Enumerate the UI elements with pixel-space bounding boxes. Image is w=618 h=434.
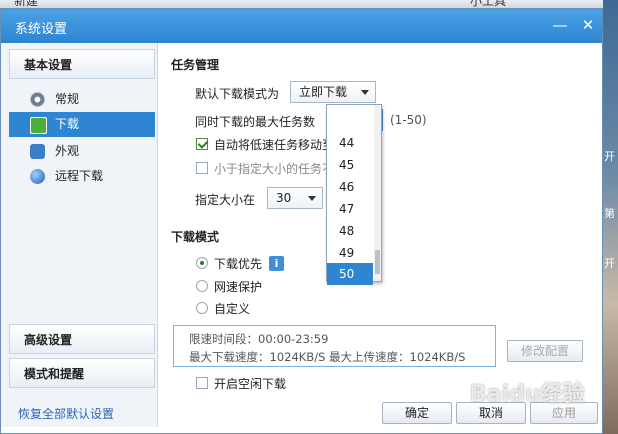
info-icon[interactable]: i xyxy=(269,256,284,271)
dropdown-scrollbar-thumb[interactable] xyxy=(375,250,380,274)
radio-custom[interactable] xyxy=(196,302,208,314)
auto-move-label: 自动将低速任务移动至 xyxy=(214,138,335,152)
idle-download-checkbox[interactable] xyxy=(196,377,208,389)
dropdown-option[interactable]: 45 xyxy=(327,154,373,176)
sidebar-category-mode[interactable]: 模式和提醒 xyxy=(9,358,155,388)
sidebar: 基本设置 常规 下载 外观 远程下载 高级设置 模式和提醒 恢复全部默认设置 xyxy=(1,43,158,427)
background-char: 开 xyxy=(604,257,615,270)
baidu-watermark: Baidu经验 xyxy=(470,376,600,412)
sidebar-item-label: 常规 xyxy=(55,92,80,106)
sidebar-item-download[interactable]: 下载 xyxy=(9,112,155,137)
sidebar-category-basic[interactable]: 基本设置 xyxy=(9,49,155,79)
radio-speed-protect[interactable] xyxy=(196,280,208,292)
sidebar-item-remote-download[interactable]: 远程下载 xyxy=(9,164,155,189)
auto-move-checkbox[interactable] xyxy=(196,138,208,150)
size-label: 指定大小在 xyxy=(195,193,256,207)
settings-dialog: 系统设置 — ✕ 基本设置 常规 下载 外观 远程下载 高级设置 模式和提醒 恢… xyxy=(0,8,603,434)
chevron-down-icon xyxy=(361,90,369,95)
remote-icon xyxy=(30,169,45,184)
size-value: 30 xyxy=(276,191,292,205)
dropdown-option[interactable]: 49 xyxy=(327,242,373,264)
sidebar-category-advanced[interactable]: 高级设置 xyxy=(9,324,155,354)
restore-defaults-link[interactable]: 恢复全部默认设置 xyxy=(18,405,114,422)
speed-period-text: 限速时间段：00:00-23:59 xyxy=(189,332,329,346)
sidebar-item-label: 下载 xyxy=(55,117,80,131)
speed-limit-box: 限速时间段：00:00-23:59 最大下载速度：1024KB/S 最大上传速度… xyxy=(173,325,496,367)
size-select[interactable]: 30 xyxy=(267,187,323,209)
sidebar-item-general[interactable]: 常规 xyxy=(9,87,155,112)
default-mode-label: 默认下载模式为 xyxy=(195,87,280,101)
background-char: 开 xyxy=(604,150,615,163)
background-toolbar: 新建 小工具 xyxy=(0,0,618,8)
small-task-checkbox[interactable] xyxy=(196,162,208,174)
shirt-icon xyxy=(30,144,45,159)
section-heading-task-management: 任务管理 xyxy=(171,58,220,72)
radio-label: 自定义 xyxy=(214,302,251,316)
dialog-title: 系统设置 xyxy=(15,22,68,37)
max-tasks-dropdown-list: 44 45 46 47 48 49 50 xyxy=(326,104,382,285)
max-tasks-range: (1-50) xyxy=(390,113,427,127)
radio-label: 下载优先 xyxy=(214,257,263,271)
radio-download-priority[interactable] xyxy=(196,257,208,269)
default-mode-select[interactable]: 立即下载 xyxy=(290,81,376,103)
sidebar-item-appearance[interactable]: 外观 xyxy=(9,139,155,164)
dropdown-option[interactable]: 46 xyxy=(327,176,373,198)
download-icon xyxy=(30,117,47,134)
section-heading-download-mode: 下载模式 xyxy=(171,230,220,244)
speed-limits-text: 最大下载速度：1024KB/S 最大上传速度：1024KB/S xyxy=(189,350,466,364)
radio-label: 网速保护 xyxy=(214,280,263,294)
dropdown-option[interactable]: 44 xyxy=(327,132,373,154)
default-mode-value: 立即下载 xyxy=(299,85,348,99)
background-char: 第 xyxy=(604,207,615,220)
small-task-label: 小于指定大小的任务不 xyxy=(214,162,335,176)
sidebar-item-label: 外观 xyxy=(55,144,80,158)
ok-button[interactable]: 确定 xyxy=(382,402,452,424)
close-button[interactable]: ✕ xyxy=(575,15,601,35)
max-tasks-label: 同时下载的最大任务数 xyxy=(195,115,316,129)
minimize-button[interactable]: — xyxy=(547,15,573,35)
watermark-text: Baidu经验 xyxy=(470,382,585,407)
dropdown-option[interactable]: 47 xyxy=(327,198,373,220)
dropdown-option[interactable]: 48 xyxy=(327,220,373,242)
chevron-down-icon xyxy=(308,196,316,201)
gear-icon xyxy=(30,92,45,107)
modify-config-button[interactable]: 修改配置 xyxy=(507,340,583,362)
sidebar-item-label: 远程下载 xyxy=(55,169,104,183)
idle-download-label: 开启空闲下载 xyxy=(214,377,287,391)
dropdown-option-selected[interactable]: 50 xyxy=(327,263,373,285)
title-bar: 系统设置 — ✕ xyxy=(1,9,602,43)
